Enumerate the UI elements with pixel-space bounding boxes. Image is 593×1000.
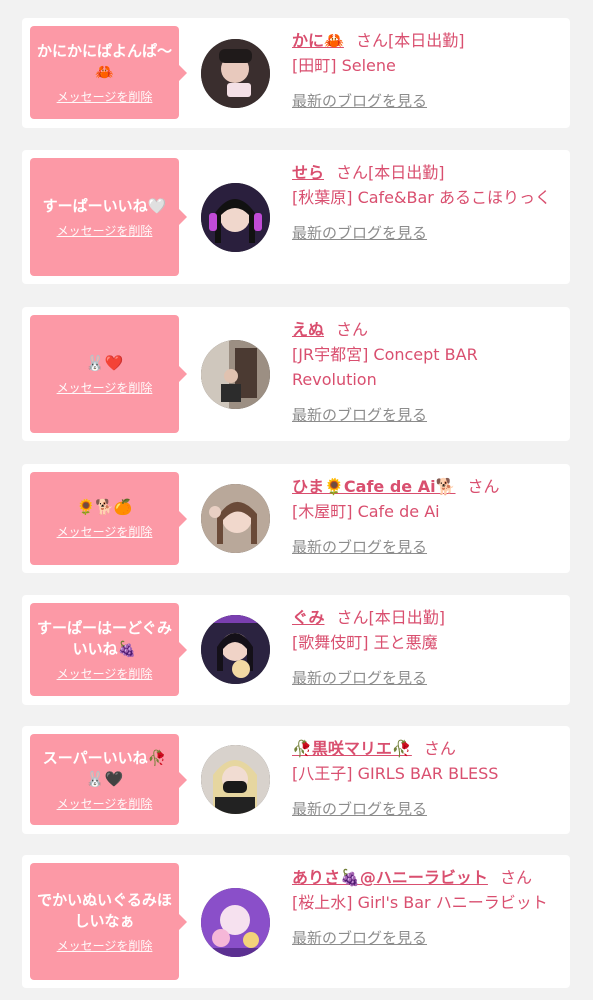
status-text: [本日出勤] (387, 31, 465, 50)
message-bubble: 🌻🐕🍊 メッセージを削除 (30, 472, 187, 565)
blog-link[interactable]: 最新のブログを見る (292, 797, 427, 822)
blog-link[interactable]: 最新のブログを見る (292, 926, 427, 951)
blog-link[interactable]: 最新のブログを見る (292, 666, 427, 691)
message-bubble: すーぱーいいね🤍 メッセージを削除 (30, 158, 187, 276)
delete-message-link[interactable]: メッセージを削除 (57, 937, 153, 954)
message-list: かにかにぱよんぱ〜🦀 メッセージを削除 かに🦀 さん[本日出勤] [田町] Sel… (0, 0, 593, 1000)
delete-message-link[interactable]: メッセージを削除 (57, 523, 153, 540)
message-card: かにかにぱよんぱ〜🦀 メッセージを削除 かに🦀 さん[本日出勤] [田町] Sel… (22, 18, 570, 128)
honorific: さん (336, 163, 369, 182)
message-card: すーぱーはーどぐみいいね🍇 メッセージを削除 ぐみ さん[本日出勤] [歌舞伎町]… (22, 595, 570, 705)
message-text: すーぱーはーどぐみいいね🍇 (36, 618, 172, 658)
honorific: さん (336, 320, 369, 339)
cast-name-link[interactable]: ありさ🍇@ハニーラビット (292, 868, 488, 887)
cast-name-link[interactable]: かに🦀 (292, 31, 344, 50)
card-info: ぐみ さん[本日出勤] [歌舞伎町] 王と悪魔 最新のブログを見る (292, 605, 562, 691)
shop-text: [秋葉原] Cafe&Bar あるこほりっく (292, 188, 551, 207)
honorific: さん (423, 739, 456, 758)
card-info: ありさ🍇@ハニーラビット さん [桜上水] Girl's Bar ハニーラビット … (292, 865, 562, 951)
message-bubble: 🐰❤️ メッセージを削除 (30, 315, 187, 433)
delete-message-link[interactable]: メッセージを削除 (57, 795, 153, 812)
cast-name-link[interactable]: ぐみ (292, 608, 324, 627)
shop-text: [JR宇都宮] Concept BAR Revolution (292, 345, 478, 389)
avatar[interactable] (201, 183, 270, 252)
avatar[interactable] (201, 615, 270, 684)
status-text: [本日出勤] (368, 608, 446, 627)
message-text: スーパーいいね🥀🐰🖤 (42, 748, 167, 788)
shop-text: [田町] Selene (292, 56, 396, 75)
cast-name-link[interactable]: 🥀黒咲マリエ🥀 (292, 739, 412, 758)
status-text: [本日出勤] (368, 163, 445, 182)
message-bubble: すーぱーはーどぐみいいね🍇 メッセージを削除 (30, 603, 187, 696)
delete-message-link[interactable]: メッセージを削除 (57, 88, 153, 105)
avatar[interactable] (201, 340, 270, 409)
honorific: さん (355, 31, 388, 50)
honorific: さん (336, 608, 369, 627)
avatar[interactable] (201, 745, 270, 814)
message-bubble: でかいぬいぐるみほしいなぁ メッセージを削除 (30, 863, 187, 980)
message-bubble: かにかにぱよんぱ〜🦀 メッセージを削除 (30, 26, 187, 119)
message-text: でかいぬいぐるみほしいなぁ (37, 890, 172, 930)
blog-link[interactable]: 最新のブログを見る (292, 403, 427, 428)
message-text: 🌻🐕🍊 (76, 498, 133, 516)
avatar[interactable] (201, 888, 270, 957)
message-card: 🐰❤️ メッセージを削除 えぬ さん [JR宇都宮] Concept BAR Re… (22, 307, 570, 441)
card-info: えぬ さん [JR宇都宮] Concept BAR Revolution 最新のブ… (292, 317, 562, 428)
message-card: すーぱーいいね🤍 メッセージを削除 せら さん[本日出勤] [秋葉原] Cafe&… (22, 150, 570, 284)
message-card: 🌻🐕🍊 メッセージを削除 ひま🌻Cafe de Ai🐕 さん [木屋町] Cafe… (22, 464, 570, 573)
message-bubble: スーパーいいね🥀🐰🖤 メッセージを削除 (30, 734, 187, 825)
avatar[interactable] (201, 39, 270, 108)
message-text: かにかにぱよんぱ〜🦀 (36, 41, 172, 81)
shop-text: [八王子] GIRLS BAR BLESS (292, 764, 499, 783)
cast-name-link[interactable]: ひま🌻Cafe de Ai🐕 (292, 477, 456, 496)
blog-link[interactable]: 最新のブログを見る (292, 89, 427, 114)
message-text: すーぱーいいね🤍 (42, 196, 167, 215)
shop-text: [木屋町] Cafe de Ai (292, 502, 440, 521)
card-info: かに🦀 さん[本日出勤] [田町] Selene 最新のブログを見る (292, 28, 562, 114)
honorific: さん (499, 868, 532, 887)
card-info: ひま🌻Cafe de Ai🐕 さん [木屋町] Cafe de Ai 最新のブログ… (292, 474, 562, 560)
card-info: 🥀黒咲マリエ🥀 さん [八王子] GIRLS BAR BLESS 最新のブログを見… (292, 736, 562, 822)
message-text: 🐰❤️ (85, 353, 124, 372)
honorific: さん (467, 477, 500, 496)
delete-message-link[interactable]: メッセージを削除 (57, 222, 153, 239)
cast-name-link[interactable]: えぬ (292, 320, 324, 339)
cast-name-link[interactable]: せら (292, 163, 324, 182)
message-card: でかいぬいぐるみほしいなぁ メッセージを削除 ありさ🍇@ハニーラビット さん [桜… (22, 855, 570, 988)
shop-text: [歌舞伎町] 王と悪魔 (292, 633, 438, 652)
delete-message-link[interactable]: メッセージを削除 (57, 379, 153, 396)
message-card: スーパーいいね🥀🐰🖤 メッセージを削除 🥀黒咲マリエ🥀 さん [八王子] GIRL… (22, 726, 570, 834)
card-info: せら さん[本日出勤] [秋葉原] Cafe&Bar あるこほりっく 最新のブログ… (292, 160, 562, 246)
blog-link[interactable]: 最新のブログを見る (292, 535, 427, 560)
avatar[interactable] (201, 484, 270, 553)
shop-text: [桜上水] Girl's Bar ハニーラビット (292, 893, 548, 912)
delete-message-link[interactable]: メッセージを削除 (57, 665, 153, 682)
blog-link[interactable]: 最新のブログを見る (292, 221, 427, 246)
